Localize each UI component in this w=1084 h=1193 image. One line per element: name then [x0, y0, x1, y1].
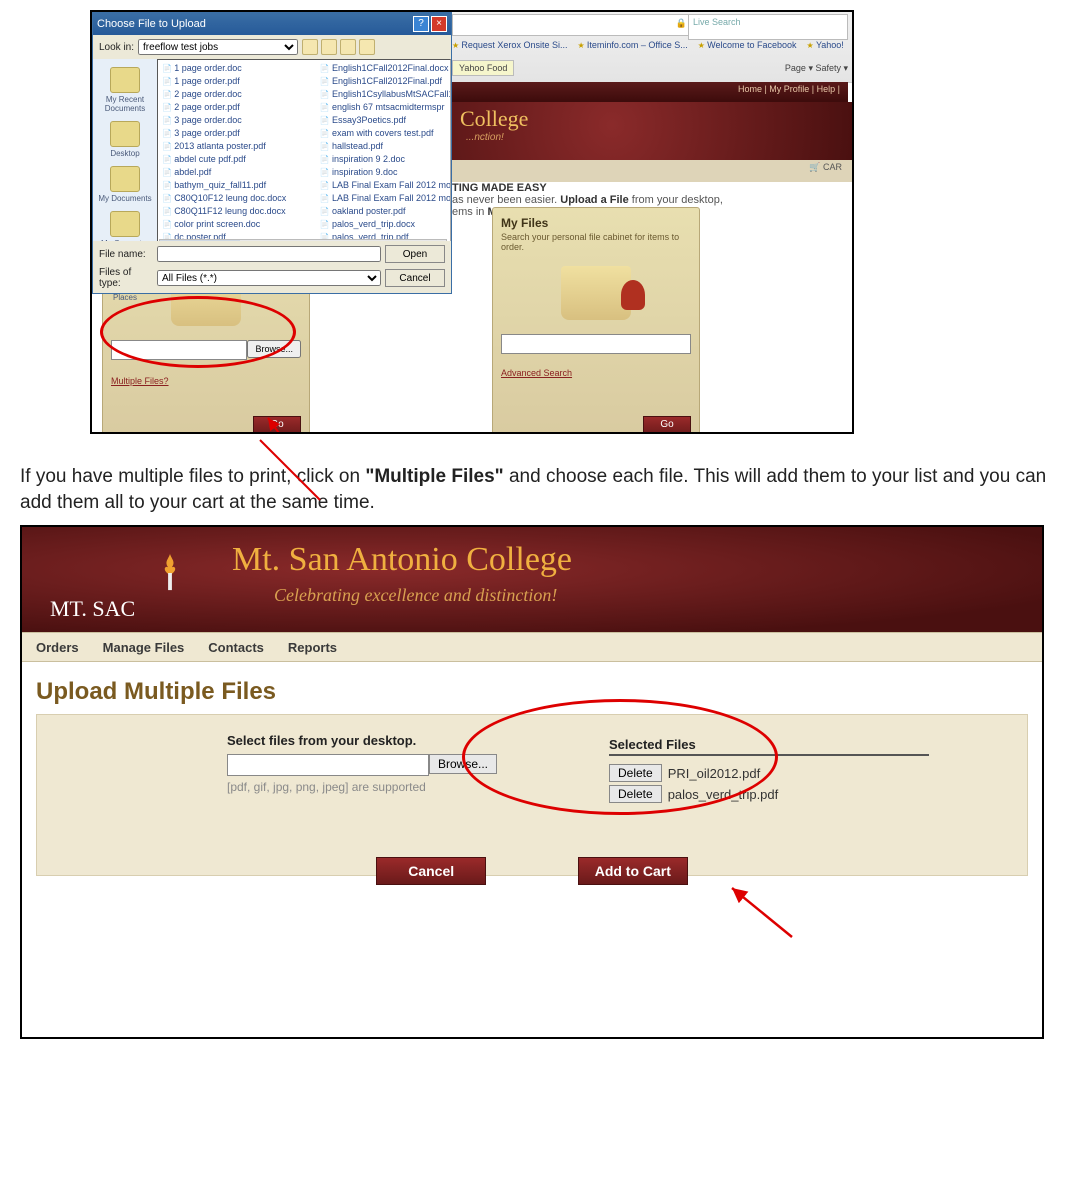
file-item[interactable]: bathym_quiz_fall11.pdf: [162, 179, 312, 192]
supported-types-hint: [pdf, gif, jpg, png, jpeg] are supported: [227, 780, 497, 794]
page-title: Upload Multiple Files: [36, 678, 1028, 706]
annotation-arrow-addcart: [722, 882, 812, 952]
file-item[interactable]: LAB Final Exam Fall 2012 mo: [320, 192, 451, 205]
filetype-label: Files of type:: [99, 267, 153, 289]
file-item[interactable]: oakland poster.pdf: [320, 205, 451, 218]
browser-tab[interactable]: Yahoo Food: [452, 60, 514, 76]
file-item[interactable]: english 67 mtsacmidtermspr: [320, 101, 451, 114]
advanced-search-link[interactable]: Advanced Search: [501, 368, 572, 378]
filetype-select[interactable]: All Files (*.*): [157, 270, 381, 286]
site-banner: College ...nction!: [452, 102, 852, 160]
file-upload-dialog: Choose File to Upload ? × Look in: freef…: [92, 12, 452, 294]
main-nav: Orders Manage Files Contacts Reports: [22, 632, 1042, 662]
file-item[interactable]: English1CFall2012Final.pdf: [320, 75, 451, 88]
dialog-titlebar: Choose File to Upload ? ×: [93, 13, 451, 35]
up-icon[interactable]: [321, 39, 337, 55]
open-button[interactable]: Open: [385, 245, 445, 263]
cart-strip: 🛒 CAR: [452, 160, 852, 182]
file-item[interactable]: inspiration 9.doc: [320, 166, 451, 179]
file-item[interactable]: English1CFall2012Final.docx: [320, 62, 451, 75]
my-files-card: My Files Search your personal file cabin…: [492, 207, 700, 434]
lookin-select[interactable]: freeflow test jobs: [138, 39, 298, 55]
dialog-title: Choose File to Upload: [97, 18, 206, 30]
sidebar-recent[interactable]: My Recent Documents: [95, 67, 155, 113]
file-item[interactable]: 3 page order.doc: [162, 114, 312, 127]
file-item[interactable]: hallstead.pdf: [320, 140, 451, 153]
file-item[interactable]: C80Q11F12 leung doc.docx: [162, 205, 312, 218]
nav-manage-files[interactable]: Manage Files: [103, 640, 185, 655]
screenshot-upload-dialog: 🔒 Live Search Request Xerox Onsite Si...…: [90, 10, 854, 434]
file-path-input[interactable]: [227, 754, 429, 776]
sidebar-documents[interactable]: My Documents: [95, 166, 155, 203]
torch-icon: [158, 554, 182, 592]
annotation-ellipse-browse: [100, 296, 296, 368]
browser-search-box[interactable]: Live Search: [688, 14, 848, 40]
filename-input[interactable]: [157, 246, 381, 262]
lookin-label: Look in:: [99, 42, 134, 53]
go-button[interactable]: Go: [643, 416, 691, 434]
screenshot-multiple-upload: MT. SAC Mt. San Antonio College Celebrat…: [20, 525, 1044, 1039]
file-item[interactable]: color print screen.doc: [162, 218, 312, 231]
cancel-button[interactable]: Cancel: [376, 857, 486, 885]
browser-tabs: Yahoo Food Page ▾ Safety ▾: [452, 58, 848, 78]
file-item[interactable]: C80Q10F12 leung doc.docx: [162, 192, 312, 205]
banner-tagline: ...nction!: [452, 132, 852, 143]
fav-link[interactable]: Iteminfo.com – Office S...: [577, 40, 687, 56]
nav-orders[interactable]: Orders: [36, 640, 79, 655]
file-item[interactable]: abdel.pdf: [162, 166, 312, 179]
close-icon[interactable]: ×: [431, 16, 447, 32]
card-title: My Files: [501, 216, 691, 230]
sidebar-desktop[interactable]: Desktop: [95, 121, 155, 158]
select-files-label: Select files from your desktop.: [227, 733, 497, 748]
cancel-button[interactable]: Cancel: [385, 269, 445, 287]
instruction-text: If you have multiple files to print, cli…: [20, 464, 1064, 515]
action-buttons: Cancel Add to Cart: [22, 857, 1042, 885]
upload-left: Select files from your desktop. Browse..…: [227, 733, 497, 794]
file-item[interactable]: inspiration 9 2.doc: [320, 153, 451, 166]
nav-contacts[interactable]: Contacts: [208, 640, 264, 655]
annotation-arrow-extend: [250, 430, 370, 510]
site-header: MT. SAC Mt. San Antonio College Celebrat…: [22, 527, 1042, 632]
add-to-cart-button[interactable]: Add to Cart: [578, 857, 688, 885]
file-list-pane[interactable]: 1 page order.doc1 page order.pdf2 page o…: [157, 59, 451, 259]
fav-link[interactable]: Yahoo!: [807, 40, 844, 56]
file-item[interactable]: exam with covers test.pdf: [320, 127, 451, 140]
back-icon[interactable]: [302, 39, 318, 55]
fav-link[interactable]: Request Xerox Onsite Si...: [452, 40, 567, 56]
file-item[interactable]: Essay3Poetics.pdf: [320, 114, 451, 127]
myfiles-search-input[interactable]: [501, 334, 691, 354]
card-subtitle: Search your personal file cabinet for it…: [501, 232, 691, 252]
help-icon[interactable]: ?: [413, 16, 429, 32]
file-item[interactable]: 3 page order.pdf: [162, 127, 312, 140]
person-icon: [621, 280, 645, 310]
site-logo: MT. SAC: [50, 596, 135, 622]
filename-label: File name:: [99, 249, 153, 260]
banner-title: College: [452, 102, 852, 132]
multiple-files-link[interactable]: Multiple Files?: [111, 376, 169, 386]
file-item[interactable]: 2 page order.pdf: [162, 101, 312, 114]
file-item[interactable]: 2013 atlanta poster.pdf: [162, 140, 312, 153]
lookin-row: Look in: freeflow test jobs: [93, 35, 451, 59]
browser-tools[interactable]: Page ▾ Safety ▾: [785, 63, 848, 74]
fav-link[interactable]: Welcome to Facebook: [698, 40, 797, 56]
lock-icon: 🔒: [676, 18, 687, 29]
views-icon[interactable]: [359, 39, 375, 55]
header-tagline: Celebrating excellence and distinction!: [274, 585, 557, 606]
file-item[interactable]: English1CsyllabusMtSACFall1: [320, 88, 451, 101]
favorites-bar: Request Xerox Onsite Si... Iteminfo.com …: [452, 40, 848, 56]
annotation-ellipse-selected: [462, 699, 778, 815]
file-item[interactable]: 1 page order.pdf: [162, 75, 312, 88]
dialog-sidebar: My Recent Documents Desktop My Documents…: [93, 59, 157, 259]
file-item[interactable]: palos_verd_trip.docx: [320, 218, 451, 231]
file-item[interactable]: LAB Final Exam Fall 2012 mo: [320, 179, 451, 192]
file-item[interactable]: 2 page order.doc: [162, 88, 312, 101]
file-item[interactable]: abdel cute pdf.pdf: [162, 153, 312, 166]
site-subnav: Home | My Profile | Help |: [452, 82, 848, 104]
header-title: Mt. San Antonio College: [232, 541, 572, 579]
newfolder-icon[interactable]: [340, 39, 356, 55]
nav-reports[interactable]: Reports: [288, 640, 337, 655]
file-item[interactable]: 1 page order.doc: [162, 62, 312, 75]
